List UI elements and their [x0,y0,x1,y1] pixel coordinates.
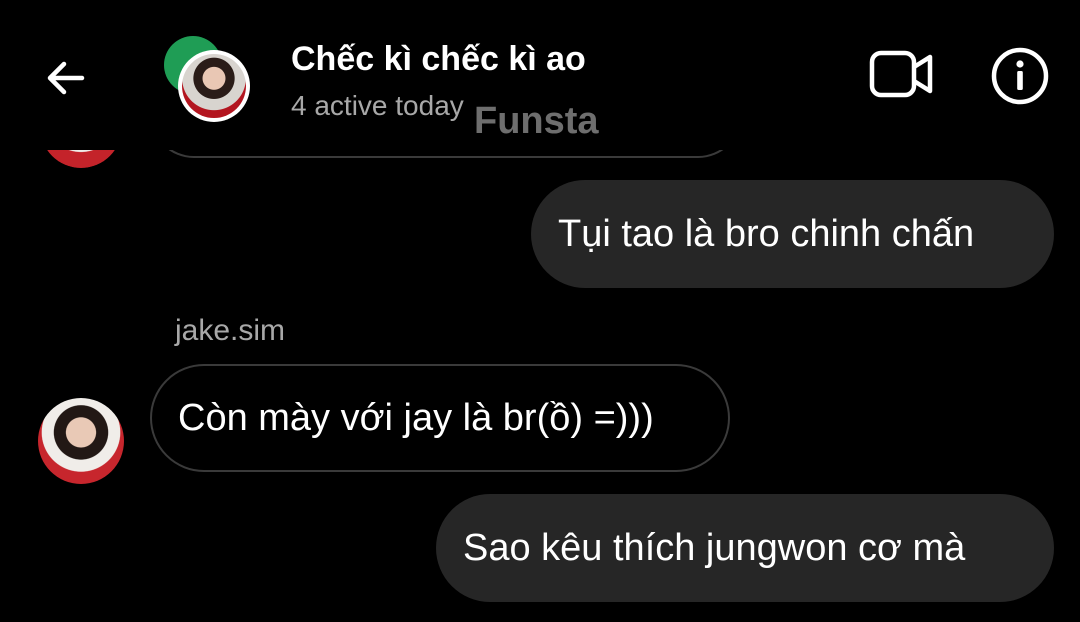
avatar-photo [182,54,246,118]
group-avatar-primary [178,50,250,122]
sender-avatar[interactable] [38,398,124,484]
watermark: Funsta [474,100,599,142]
chat-title[interactable]: Chếc kì chếc kì ao [291,40,586,79]
message-text: Còn mày với jay là br(ồ) =))) [178,396,654,439]
message-text: Sao kêu thích jungwon cơ mà [463,526,966,569]
arrow-left-icon [47,61,85,95]
video-camera-icon [869,50,933,98]
video-call-button[interactable] [866,44,938,104]
message-text: Tụi tao là bro chinh chấn [558,212,975,255]
group-avatar[interactable] [164,36,254,124]
back-button[interactable] [38,50,94,106]
outgoing-message-bubble[interactable]: Tụi tao là bro chinh chấn [531,180,1054,288]
info-icon [991,47,1049,105]
sender-name: jake.sim [175,314,286,347]
active-status: 4 active today [291,90,464,121]
incoming-message-bubble[interactable]: Còn mày với jay là br(ồ) =))) [150,364,730,472]
outgoing-message-bubble[interactable]: Sao kêu thích jungwon cơ mà [436,494,1054,602]
info-button[interactable] [988,44,1052,108]
